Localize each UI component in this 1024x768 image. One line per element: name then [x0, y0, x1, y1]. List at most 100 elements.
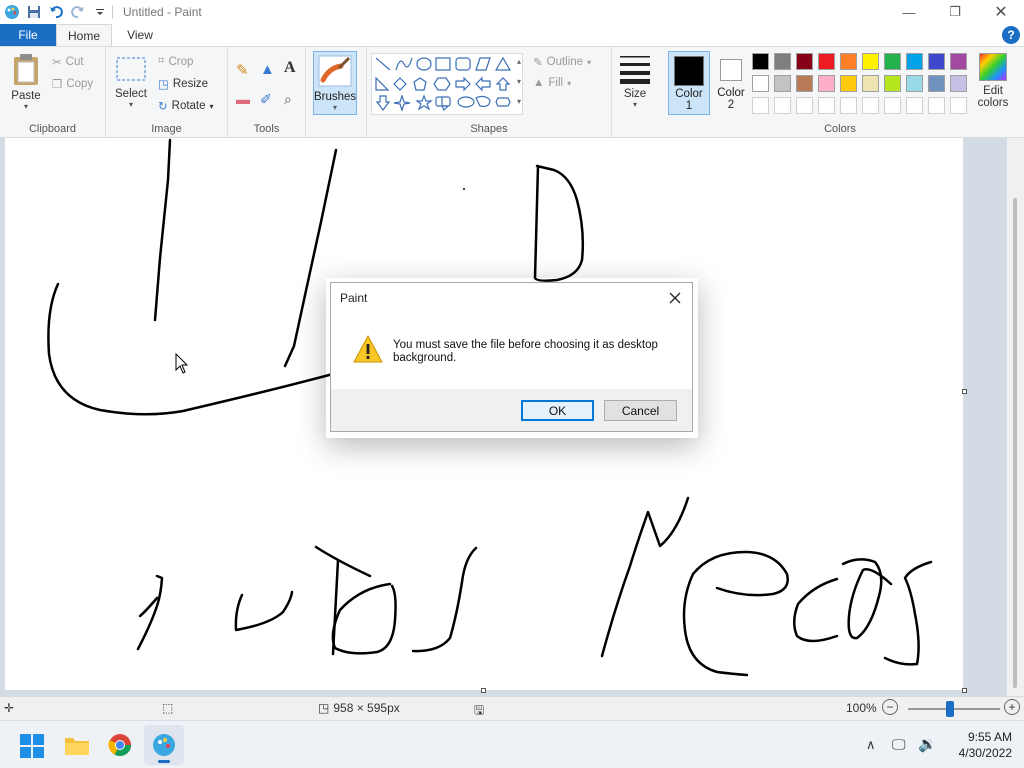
palette-swatch[interactable] [950, 53, 967, 70]
brush-icon [318, 55, 352, 87]
resize-button[interactable]: ◳ Resize [158, 77, 208, 91]
tab-file[interactable]: File [0, 24, 56, 46]
palette-swatch-empty[interactable] [840, 97, 857, 114]
palette-swatch-empty[interactable] [906, 97, 923, 114]
shapes-expand-icon[interactable]: ▾ [517, 97, 521, 106]
palette-swatch[interactable] [796, 75, 813, 92]
palette-swatch[interactable] [862, 75, 879, 92]
tab-home[interactable]: Home [56, 24, 112, 46]
palette-swatch[interactable] [752, 75, 769, 92]
warning-icon [353, 334, 383, 366]
palette-swatch-empty[interactable] [950, 97, 967, 114]
system-clock[interactable]: 9:55 AM 4/30/2022 [940, 729, 1012, 761]
copy-button[interactable]: ❐ Copy [52, 77, 93, 91]
vertical-scrollbar[interactable] [1007, 138, 1024, 696]
palette-swatch[interactable] [752, 53, 769, 70]
zoom-level: 100% [846, 701, 877, 715]
outline-icon: ✎ [533, 57, 543, 69]
resize-handle-right[interactable] [962, 389, 967, 394]
pencil-icon[interactable]: ✎ [236, 61, 249, 79]
palette-swatch-empty[interactable] [862, 97, 879, 114]
zoom-out-button[interactable]: − [882, 699, 898, 715]
undo-icon[interactable] [48, 4, 64, 20]
color-picker-icon[interactable]: ✐ [260, 91, 272, 108]
size-button[interactable]: Size ▾ [616, 53, 654, 109]
help-icon[interactable]: ? [1002, 26, 1020, 44]
shapes-scroll-down-icon[interactable]: ▾ [517, 77, 521, 86]
rotate-button[interactable]: ↻ Rotate ▾ [158, 99, 214, 113]
line-size-icon [620, 56, 650, 84]
rotate-icon: ↻ [158, 101, 168, 113]
palette-swatch[interactable] [774, 53, 791, 70]
tab-view[interactable]: View [112, 24, 168, 46]
redo-icon[interactable] [70, 4, 86, 20]
zoom-slider-thumb[interactable] [946, 701, 954, 717]
palette-swatch[interactable] [840, 53, 857, 70]
palette-swatch-empty[interactable] [884, 97, 901, 114]
volume-icon[interactable]: 🔉 [918, 735, 937, 753]
zoom-in-button[interactable]: + [1004, 699, 1020, 715]
cut-button[interactable]: ✂ Cut [52, 55, 84, 69]
save-icon[interactable] [26, 4, 42, 20]
palette-swatch[interactable] [818, 53, 835, 70]
palette-swatch[interactable] [840, 75, 857, 92]
resize-handle-bottom[interactable] [481, 688, 486, 693]
color2-button[interactable]: Color 2 [712, 51, 750, 115]
maximize-button[interactable]: ❐ [932, 0, 978, 24]
chevron-up-icon[interactable]: ∧ [866, 737, 876, 753]
paint-app-icon [4, 4, 20, 20]
palette-swatch-empty[interactable] [752, 97, 769, 114]
color-palette [752, 53, 976, 117]
paint-taskbar-button[interactable] [144, 725, 184, 765]
color1-button[interactable]: Color 1 [668, 51, 710, 115]
magnifier-icon[interactable]: ⌕ [284, 91, 292, 108]
palette-swatch[interactable] [928, 53, 945, 70]
dialog-close-button[interactable] [664, 287, 686, 309]
eraser-icon[interactable]: ▬ [236, 91, 250, 107]
scrollbar-thumb[interactable] [1013, 198, 1017, 688]
palette-swatch[interactable] [862, 53, 879, 70]
canvas-size: ◳ 958 × 595px [318, 701, 400, 715]
dialog-message: You must save the file before choosing i… [393, 339, 658, 364]
palette-swatch-empty[interactable] [774, 97, 791, 114]
minimize-button[interactable]: — [886, 0, 932, 24]
palette-swatch[interactable] [796, 53, 813, 70]
paste-label: Paste [11, 90, 41, 102]
windows-start-icon[interactable] [20, 734, 44, 761]
fill-bucket-icon[interactable]: ▲ [260, 61, 275, 78]
color1-swatch [674, 56, 704, 86]
paste-button[interactable]: Paste ▾ [6, 53, 46, 111]
palette-swatch-empty[interactable] [796, 97, 813, 114]
chrome-icon[interactable] [108, 733, 132, 760]
shapes-gallery[interactable] [371, 53, 523, 115]
select-button[interactable]: Select ▾ [114, 55, 148, 109]
palette-swatch[interactable] [818, 75, 835, 92]
palette-swatch[interactable] [906, 53, 923, 70]
network-icon[interactable]: 🖵 [892, 736, 906, 753]
file-explorer-icon[interactable] [64, 734, 90, 759]
palette-swatch-empty[interactable] [928, 97, 945, 114]
customize-toolbar-icon[interactable] [92, 4, 108, 20]
palette-swatch[interactable] [928, 75, 945, 92]
outline-button[interactable]: ✎ Outline ▾ [533, 55, 591, 69]
tools-group-label: Tools [253, 123, 280, 135]
crop-button[interactable]: ⌗ Crop [158, 55, 193, 68]
palette-swatch-empty[interactable] [818, 97, 835, 114]
chevron-down-icon: ▾ [632, 100, 637, 109]
palette-swatch[interactable] [884, 53, 901, 70]
palette-swatch[interactable] [950, 75, 967, 92]
close-button[interactable]: ✕ [978, 0, 1024, 24]
edit-colors-button[interactable]: Edit colors [976, 53, 1010, 109]
palette-swatch[interactable] [906, 75, 923, 92]
zoom-slider[interactable] [908, 708, 1000, 710]
resize-handle-corner[interactable] [962, 688, 967, 693]
palette-swatch[interactable] [774, 75, 791, 92]
ok-button[interactable]: OK [521, 400, 594, 421]
dialog-title: Paint [340, 291, 368, 305]
palette-swatch[interactable] [884, 75, 901, 92]
cancel-button[interactable]: Cancel [604, 400, 677, 421]
text-tool-icon[interactable]: A [284, 59, 296, 77]
fill-button[interactable]: ▲ Fill ▾ [533, 77, 571, 89]
shapes-scroll-up-icon[interactable]: ▴ [517, 57, 521, 66]
brushes-button[interactable]: Brushes ▾ [313, 51, 357, 115]
